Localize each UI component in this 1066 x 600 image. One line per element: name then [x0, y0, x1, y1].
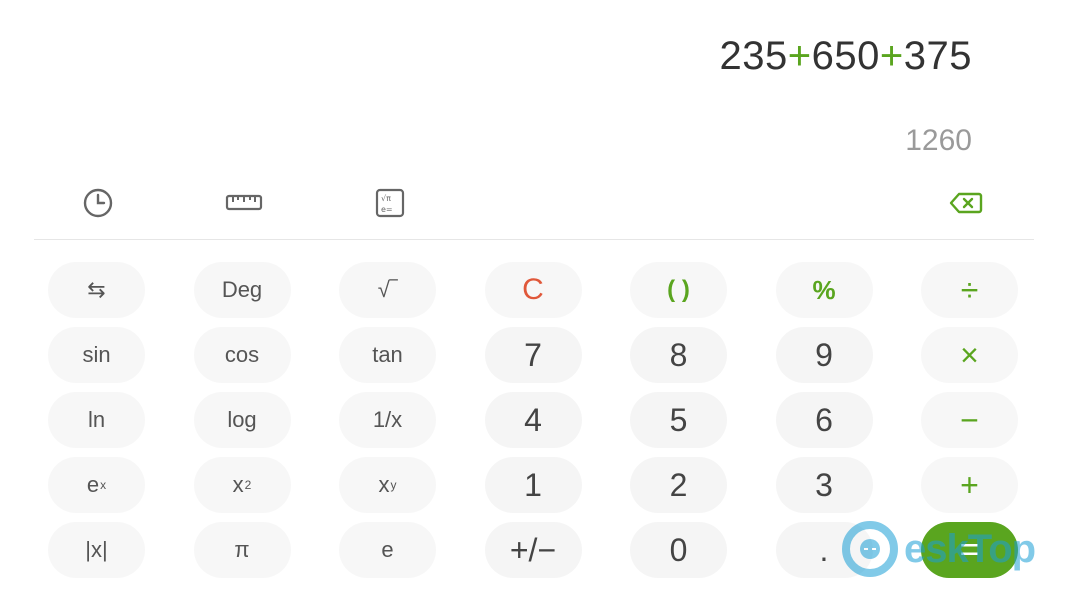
- expression-operand: 235: [719, 34, 788, 78]
- ruler-icon: [225, 194, 263, 211]
- decimal-button[interactable]: .: [775, 522, 873, 578]
- digit-1-button[interactable]: 1: [484, 457, 582, 513]
- percent-button[interactable]: %: [775, 262, 873, 318]
- multiply-button[interactable]: ×: [921, 327, 1018, 383]
- key-label: x: [378, 472, 390, 497]
- key-label: √‾: [377, 277, 398, 302]
- key-label: π: [234, 537, 250, 562]
- digit-5-button[interactable]: 5: [630, 392, 727, 448]
- clock-icon: [83, 188, 113, 218]
- expression-operator: +: [787, 34, 812, 78]
- key-label: ⇆: [87, 277, 106, 302]
- keypad: ⇆ Deg √‾ C( )% ÷ sin cos tan 7 8 9 × ln log 1/x 4 5 6− e x x…: [48, 262, 1022, 578]
- key-label: e: [86, 472, 100, 497]
- sqrt-button[interactable]: √‾: [339, 262, 436, 318]
- expression-operator: +: [879, 34, 904, 78]
- key-label: +/−: [509, 531, 557, 568]
- tan-button[interactable]: tan: [339, 327, 436, 383]
- key-label: C: [522, 273, 544, 306]
- add-button[interactable]: +: [921, 457, 1018, 513]
- result-preview: 1260: [905, 124, 972, 157]
- key-superscript: y: [390, 478, 397, 492]
- key-label: ( ): [667, 276, 690, 303]
- key-label: x: [232, 472, 244, 497]
- key-label: 1: [524, 466, 542, 503]
- negate-button[interactable]: +/−: [484, 522, 582, 578]
- key-label: +: [960, 466, 979, 503]
- key-label: 0: [669, 531, 688, 568]
- exp-button[interactable]: ex: [48, 457, 145, 513]
- key-label: .: [819, 531, 829, 568]
- svg-text:√π: √π: [381, 194, 391, 203]
- calculator-app: 235+650+375 1260 √π e= ⇆ Deg √‾ C( )% ÷ sin co…: [0, 0, 1066, 600]
- key-superscript: x: [100, 478, 107, 492]
- sin-button[interactable]: sin: [48, 327, 145, 383]
- key-label: 4: [524, 401, 542, 438]
- divide-button[interactable]: ÷: [921, 262, 1018, 318]
- reciprocal-button[interactable]: 1/x: [339, 392, 436, 448]
- key-label: |x|: [85, 537, 108, 562]
- abs-button[interactable]: |x|: [48, 522, 145, 578]
- key-superscript: 2: [244, 478, 252, 492]
- scientific-calculator-icon: √π e=: [375, 188, 405, 218]
- key-label: 6: [815, 401, 833, 438]
- subtract-button[interactable]: −: [921, 392, 1018, 448]
- key-label: e: [381, 537, 394, 562]
- key-label: −: [960, 401, 979, 438]
- euler-button[interactable]: e: [339, 522, 436, 578]
- digit-2-button[interactable]: 2: [630, 457, 727, 513]
- clear-button[interactable]: C: [484, 262, 582, 318]
- key-label: 2: [669, 466, 688, 503]
- deg-button[interactable]: Deg: [193, 262, 291, 318]
- power-button[interactable]: xy: [339, 457, 436, 513]
- unit-converter-button[interactable]: [224, 183, 264, 223]
- key-label: =: [959, 530, 980, 569]
- key-label: 7: [524, 336, 542, 373]
- key-label: 1/x: [372, 407, 403, 432]
- display-divider: [34, 239, 1034, 240]
- expression-operand: 650: [811, 34, 880, 78]
- ln-button[interactable]: ln: [48, 392, 145, 448]
- backspace-icon: [949, 192, 983, 214]
- digit-9-button[interactable]: 9: [775, 327, 873, 383]
- expression-operand: 375: [903, 34, 972, 78]
- switch-button[interactable]: ⇆: [48, 262, 145, 318]
- digit-7-button[interactable]: 7: [484, 327, 582, 383]
- log-button[interactable]: log: [193, 392, 291, 448]
- digit-0-button[interactable]: 0: [630, 522, 727, 578]
- key-label: %: [812, 274, 836, 305]
- key-label: 3: [815, 466, 833, 503]
- scientific-toggle-button[interactable]: √π e=: [370, 183, 410, 223]
- svg-text:e=: e=: [381, 205, 393, 214]
- key-label: 9: [815, 336, 833, 373]
- key-label: Deg: [221, 277, 263, 302]
- backspace-button[interactable]: [946, 183, 986, 223]
- key-label: tan: [372, 342, 403, 367]
- key-label: 5: [669, 401, 688, 438]
- digit-8-button[interactable]: 8: [630, 327, 727, 383]
- history-button[interactable]: [78, 183, 118, 223]
- key-label: ×: [960, 336, 979, 373]
- digit-4-button[interactable]: 4: [484, 392, 582, 448]
- equals-button[interactable]: =: [921, 522, 1018, 578]
- digit-3-button[interactable]: 3: [775, 457, 873, 513]
- key-label: ÷: [960, 271, 979, 308]
- digit-6-button[interactable]: 6: [775, 392, 873, 448]
- parentheses-button[interactable]: ( ): [630, 262, 727, 318]
- key-label: ln: [87, 407, 106, 432]
- key-label: 8: [669, 336, 688, 373]
- pi-button[interactable]: π: [193, 522, 291, 578]
- key-label: log: [227, 407, 257, 432]
- expression-display[interactable]: 235+650+375: [720, 34, 972, 79]
- key-label: sin: [82, 342, 111, 367]
- square-button[interactable]: x2: [193, 457, 291, 513]
- key-label: cos: [224, 342, 260, 367]
- cos-button[interactable]: cos: [193, 327, 291, 383]
